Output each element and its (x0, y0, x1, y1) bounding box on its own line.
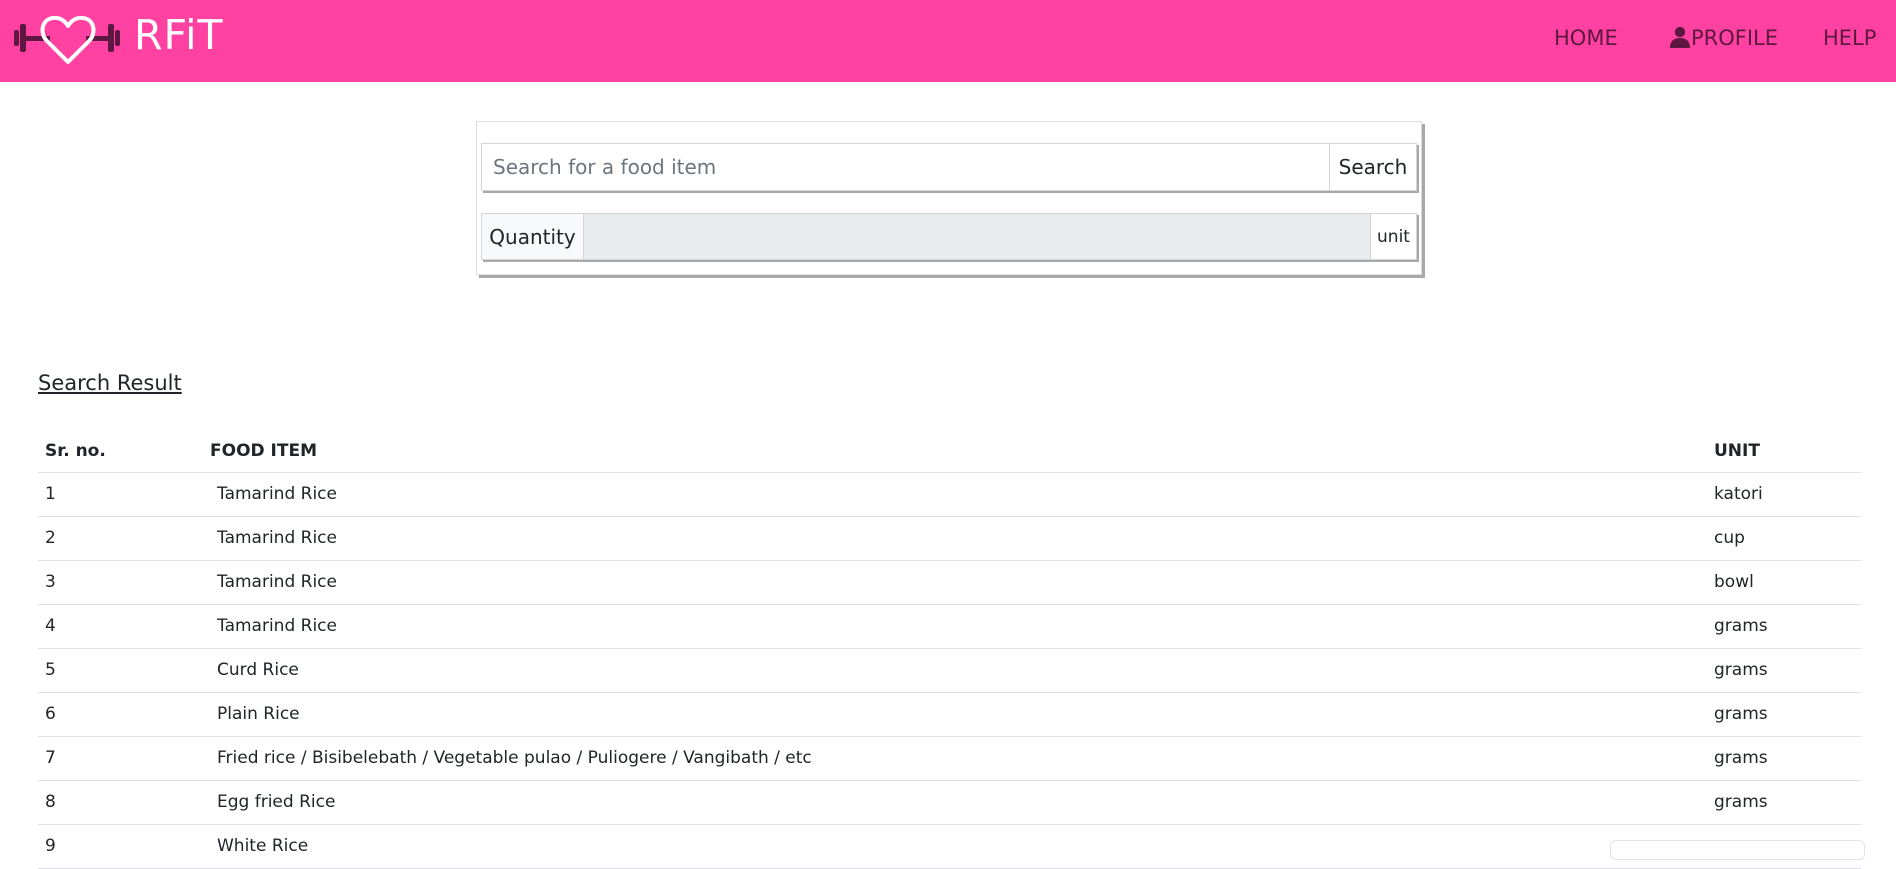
search-input[interactable] (482, 144, 1330, 190)
unit-cell: grams (1707, 736, 1861, 781)
sr-no-cell: 7 (38, 736, 203, 781)
food-item-cell: Egg fried Rice (203, 780, 1707, 825)
quantity-input[interactable] (584, 214, 1370, 259)
food-item-cell: Tamarind Rice (203, 516, 1707, 561)
unit-label: unit (1370, 214, 1416, 259)
table-row[interactable]: 6 Plain Rice grams (38, 692, 1861, 737)
sr-no-cell: 8 (38, 780, 203, 825)
quantity-label: Quantity (482, 214, 584, 259)
nav-help-label: HELP (1823, 26, 1877, 50)
food-item-cell: Tamarind Rice (203, 604, 1707, 649)
unit-cell: bowl (1707, 560, 1861, 605)
food-item-cell: Plain Rice (203, 692, 1707, 737)
food-item-cell: White Rice (203, 824, 1707, 869)
column-header-sr-no: Sr. no. (38, 430, 203, 473)
table-row[interactable]: 9 White Rice grams (38, 824, 1861, 869)
user-icon (1670, 26, 1691, 48)
table-row[interactable]: 7 Fried rice / Bisibelebath / Vegetable … (38, 736, 1861, 781)
sr-no-cell: 4 (38, 604, 203, 649)
table-row[interactable]: 2 Tamarind Rice cup (38, 516, 1861, 561)
food-item-cell: Tamarind Rice (203, 560, 1707, 605)
nav-help-link[interactable]: HELP (1823, 26, 1876, 50)
unit-cell: grams (1707, 648, 1861, 693)
navbar: RFiT HOME PROFILE HELP (0, 0, 1896, 82)
unit-cell: cup (1707, 516, 1861, 561)
sr-no-cell: 3 (38, 560, 203, 605)
results-table: Sr. no. FOOD ITEM UNIT 1 Tamarind Rice k… (38, 430, 1861, 869)
sr-no-cell: 1 (38, 472, 203, 517)
search-result-title: Search Result (38, 371, 182, 395)
table-row[interactable]: 5 Curd Rice grams (38, 648, 1861, 693)
nav-profile-link[interactable]: PROFILE (1670, 26, 1778, 50)
unit-cell: katori (1707, 472, 1861, 517)
nav-home-link[interactable]: HOME (1554, 26, 1618, 50)
unit-cell: grams (1707, 780, 1861, 825)
food-item-cell: Tamarind Rice (203, 472, 1707, 517)
brand-name: RFiT (134, 10, 224, 59)
heart-dumbbell-icon (12, 8, 124, 68)
floating-widget[interactable] (1610, 840, 1865, 860)
sr-no-cell: 5 (38, 648, 203, 693)
food-item-cell: Fried rice / Bisibelebath / Vegetable pu… (203, 736, 1707, 781)
nav-profile-label: PROFILE (1691, 26, 1779, 50)
search-input-group: Search (481, 143, 1417, 191)
table-row[interactable]: 1 Tamarind Rice katori (38, 472, 1861, 517)
search-button[interactable]: Search (1330, 144, 1416, 190)
unit-cell: grams (1707, 604, 1861, 649)
column-header-unit: UNIT (1707, 430, 1861, 473)
food-item-cell: Curd Rice (203, 648, 1707, 693)
quantity-input-group: Quantity unit (481, 213, 1417, 260)
table-row[interactable]: 3 Tamarind Rice bowl (38, 560, 1861, 605)
sr-no-cell: 2 (38, 516, 203, 561)
table-header-row: Sr. no. FOOD ITEM UNIT (38, 430, 1861, 473)
column-header-food-item: FOOD ITEM (203, 430, 1707, 473)
sr-no-cell: 6 (38, 692, 203, 737)
sr-no-cell: 9 (38, 824, 203, 869)
unit-cell: grams (1707, 692, 1861, 737)
table-row[interactable]: 4 Tamarind Rice grams (38, 604, 1861, 649)
search-card: Search Quantity unit (476, 121, 1422, 275)
nav-home-label: HOME (1554, 26, 1618, 50)
table-row[interactable]: 8 Egg fried Rice grams (38, 780, 1861, 825)
brand[interactable]: RFiT (12, 8, 224, 68)
